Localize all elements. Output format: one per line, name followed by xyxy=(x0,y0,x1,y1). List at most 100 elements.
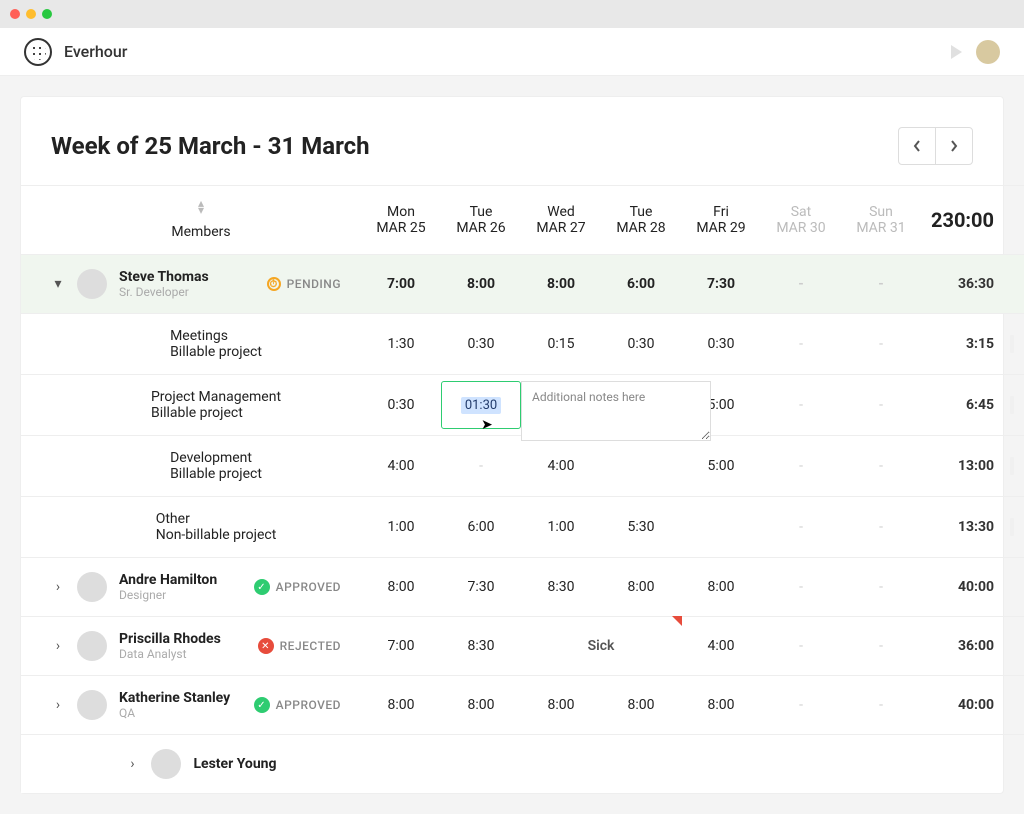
hours-cell[interactable]: 8:30 xyxy=(521,557,601,616)
task-row-header[interactable]: Other Non-billable project xyxy=(21,496,361,557)
hours-cell[interactable]: - xyxy=(841,557,921,616)
chevron-right-icon[interactable]: › xyxy=(51,579,65,595)
hours-cell[interactable]: 1:00 xyxy=(361,496,441,557)
hours-cell[interactable]: 7:30 xyxy=(681,254,761,313)
time-edit-cell[interactable]: 01:30 ➤ Additional notes here xyxy=(441,374,521,435)
hours-cell[interactable] xyxy=(521,734,601,793)
task-row-header[interactable]: Development Billable project xyxy=(21,435,361,496)
hours-cell[interactable]: 7:00 xyxy=(361,254,441,313)
window-zoom-dot[interactable] xyxy=(42,9,52,19)
window-minimize-dot[interactable] xyxy=(26,9,36,19)
task-subtitle: Billable project xyxy=(151,405,281,421)
time-edit-value[interactable]: 01:30 xyxy=(461,397,501,414)
chevron-right-icon[interactable]: › xyxy=(51,697,65,713)
hours-cell[interactable]: - xyxy=(761,435,841,496)
hours-cell[interactable]: - xyxy=(761,496,841,557)
current-user-avatar[interactable] xyxy=(976,40,1000,64)
chevron-right-icon[interactable]: › xyxy=(125,756,139,772)
hours-cell[interactable]: 7:00 xyxy=(361,616,441,675)
hours-cell[interactable]: 8:00 xyxy=(361,557,441,616)
hours-cell[interactable]: - xyxy=(761,254,841,313)
everhour-logo-icon xyxy=(24,38,52,66)
hours-cell[interactable]: 0:15 xyxy=(521,313,601,374)
hours-cell[interactable]: 8:00 xyxy=(521,675,601,734)
chevron-down-icon[interactable]: ▾ xyxy=(51,276,65,292)
task-row-header[interactable]: Project Management Billable project xyxy=(21,374,361,435)
member-name: Steve Thomas xyxy=(119,269,209,285)
member-name: Lester Young xyxy=(193,756,276,772)
window-close-dot[interactable] xyxy=(10,9,20,19)
hours-cell[interactable]: 4:00 xyxy=(681,616,761,675)
member-name: Andre Hamilton xyxy=(119,572,217,588)
hours-cell[interactable]: 0:30 xyxy=(601,313,681,374)
hours-cell[interactable]: 8:00 xyxy=(681,557,761,616)
hours-cell[interactable]: 8:00 xyxy=(681,675,761,734)
hours-cell[interactable]: - xyxy=(761,616,841,675)
task-row-header[interactable]: Meetings Billable project xyxy=(21,313,361,374)
row-handle-icon[interactable] xyxy=(1010,396,1014,414)
member-row-header[interactable]: › Priscilla Rhodes Data Analyst ✕ REJECT… xyxy=(21,616,361,675)
hours-cell[interactable]: 8:00 xyxy=(521,254,601,313)
hours-cell[interactable]: - xyxy=(841,496,921,557)
hours-cell[interactable]: - xyxy=(841,675,921,734)
hours-cell[interactable]: 5:00 xyxy=(681,435,761,496)
hours-cell[interactable]: - xyxy=(761,313,841,374)
hours-cell[interactable]: - xyxy=(761,557,841,616)
sick-cell[interactable]: Sick xyxy=(521,616,681,675)
hours-cell[interactable]: 8:30 xyxy=(441,616,521,675)
hours-cell[interactable]: - xyxy=(761,675,841,734)
hours-cell[interactable] xyxy=(681,496,761,557)
hours-cell[interactable]: - xyxy=(841,254,921,313)
sort-icon[interactable]: ▴▾ xyxy=(198,200,204,214)
hours-cell[interactable]: 1:30 xyxy=(361,313,441,374)
day-header: FriMAR 29 xyxy=(681,185,761,254)
hours-cell[interactable]: - xyxy=(841,616,921,675)
hours-cell[interactable]: 6:00 xyxy=(601,254,681,313)
member-row-header[interactable]: › Katherine Stanley QA ✓ APPROVED xyxy=(21,675,361,734)
hours-cell[interactable]: 1:00 xyxy=(521,496,601,557)
hours-cell[interactable]: 0:30 xyxy=(361,374,441,435)
chevron-right-icon[interactable]: › xyxy=(51,638,65,654)
hours-cell[interactable]: 7:30 xyxy=(441,557,521,616)
hours-cell[interactable]: 4:00 xyxy=(361,435,441,496)
hours-cell[interactable]: 8:00 xyxy=(441,675,521,734)
next-week-button[interactable] xyxy=(935,127,973,165)
prev-week-button[interactable] xyxy=(898,127,936,165)
member-row-header[interactable]: › Lester Young xyxy=(21,734,361,793)
task-total: 6:45 xyxy=(921,374,1024,435)
members-column-header[interactable]: ▴▾ Members xyxy=(21,185,361,254)
hours-cell[interactable]: 8:00 xyxy=(361,675,441,734)
member-row-header[interactable]: › Andre Hamilton Designer ✓ APPROVED xyxy=(21,557,361,616)
hours-cell[interactable]: 4:00 xyxy=(521,435,601,496)
hours-cell[interactable]: 5:30 xyxy=(601,496,681,557)
row-handle-icon[interactable] xyxy=(1010,335,1014,353)
hours-cell[interactable]: 6:00 xyxy=(441,496,521,557)
hours-cell[interactable] xyxy=(601,734,681,793)
week-total: 230:00 xyxy=(921,185,1024,254)
hours-cell[interactable]: 8:00 xyxy=(601,557,681,616)
hours-cell[interactable]: 8:00 xyxy=(441,254,521,313)
hours-cell[interactable] xyxy=(841,734,921,793)
row-handle-icon[interactable] xyxy=(1010,457,1014,475)
play-icon[interactable] xyxy=(951,45,962,59)
hours-cell[interactable]: - xyxy=(841,374,921,435)
hours-cell[interactable]: - xyxy=(841,313,921,374)
member-row-header[interactable]: ▾ Steve Thomas Sr. Developer ⏱ PENDING xyxy=(21,254,361,313)
status-badge: ✓ APPROVED xyxy=(254,697,351,713)
hours-cell[interactable] xyxy=(601,435,681,496)
hours-cell[interactable]: 0:30 xyxy=(681,313,761,374)
notes-popover[interactable]: Additional notes here xyxy=(521,381,711,441)
hours-cell[interactable] xyxy=(681,734,761,793)
hours-cell[interactable]: - xyxy=(841,435,921,496)
hours-cell[interactable]: 8:00 xyxy=(601,675,681,734)
hours-cell[interactable]: - xyxy=(441,435,521,496)
hours-cell[interactable] xyxy=(361,734,441,793)
hours-cell[interactable] xyxy=(761,734,841,793)
hours-cell[interactable] xyxy=(441,734,521,793)
hours-cell[interactable]: - xyxy=(761,374,841,435)
row-handle-icon[interactable] xyxy=(1010,518,1014,536)
member-total: 40:00 xyxy=(921,557,1024,616)
day-header: TueMAR 28 xyxy=(601,185,681,254)
approved-icon: ✓ xyxy=(254,697,270,713)
hours-cell[interactable]: 0:30 xyxy=(441,313,521,374)
